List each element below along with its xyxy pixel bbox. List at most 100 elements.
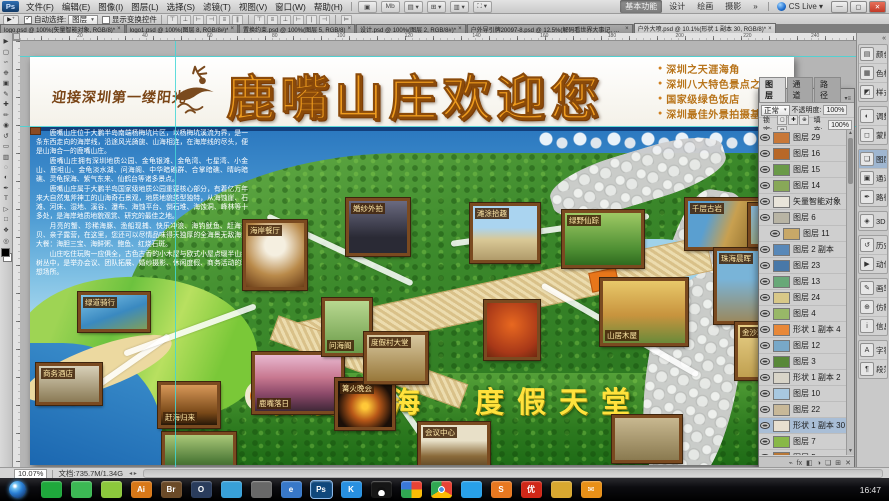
move-tool[interactable]: ▶	[1, 36, 12, 47]
layer-row[interactable]: 图层 15	[759, 162, 847, 178]
tab-close-icon[interactable]: ×	[458, 26, 462, 32]
workspace-more-button[interactable]: »	[748, 1, 762, 12]
launch-bridge-icon[interactable]: ▣	[357, 0, 377, 13]
dock-item-蒙版[interactable]: ◻蒙版	[859, 126, 887, 144]
screen-mode-icon[interactable]: ⛶ ▾	[472, 0, 492, 13]
dock-item-样式[interactable]: ◩样式	[859, 83, 887, 101]
zoom-level-field[interactable]: 10.07%	[14, 468, 48, 479]
distribute-icon[interactable]: ∣	[305, 14, 317, 25]
workspace-3[interactable]: 摄影	[720, 0, 746, 13]
layer-row[interactable]: 图层 12	[759, 338, 847, 354]
layer-row[interactable]: 图层 11	[759, 226, 847, 242]
horizontal-scrollbar[interactable]	[142, 469, 883, 478]
collapse-dock-button[interactable]: «	[857, 35, 889, 44]
layer-row[interactable]: 图层 5	[759, 450, 847, 455]
messenger-taskbar-icon[interactable]	[220, 481, 242, 498]
guide-line[interactable]	[20, 56, 889, 57]
menu-item[interactable]: 滤镜(T)	[199, 1, 235, 13]
visibility-eye-icon[interactable]	[761, 151, 769, 156]
youku-taskbar-icon[interactable]: 优	[520, 481, 542, 498]
type-tool[interactable]: T	[1, 194, 12, 205]
align-icon[interactable]: ⊥	[179, 14, 191, 25]
menu-item[interactable]: 编辑(E)	[58, 1, 94, 13]
panel-tab-通道[interactable]: 通道	[786, 77, 813, 102]
distribute-icon[interactable]: ⊤	[253, 14, 265, 25]
qq-taskbar-icon[interactable]	[370, 481, 392, 498]
tab-close-icon[interactable]: ×	[347, 26, 351, 32]
document-tab[interactable]: 户外大喷.psd @ 10.1%(形状 1 副本 30, RGB/8)* ×	[633, 23, 776, 33]
dock-item-信息[interactable]: i信息	[859, 317, 887, 335]
scrollbar-thumb[interactable]	[848, 138, 853, 184]
arrange-documents-icon[interactable]: ▥ ▾	[449, 0, 469, 13]
menu-item[interactable]: 视图(V)	[235, 1, 271, 13]
visibility-eye-icon[interactable]	[761, 327, 769, 332]
layers-footer-icon[interactable]: ⊞	[835, 459, 841, 467]
poster-document[interactable]: 迎接深圳第一缕阳光 鹿嘴山庄欢迎您 ● 深圳之天涯海角 ● 深圳八大特色景点之一 ● 国家…	[30, 57, 794, 465]
notes-taskbar-icon[interactable]	[100, 481, 122, 498]
layer-row[interactable]: 图层 7	[759, 434, 847, 450]
360-chrome-taskbar-icon[interactable]	[460, 481, 482, 498]
view-extras-icon[interactable]: ▤ ▾	[403, 0, 423, 13]
layer-row[interactable]: 图层 24	[759, 290, 847, 306]
hand-tool[interactable]: ❖	[1, 225, 12, 236]
dock-item-色板[interactable]: ▦色板	[859, 64, 887, 83]
brush-tool[interactable]: ✏	[1, 110, 12, 121]
360-browser-taskbar-icon[interactable]	[70, 481, 92, 498]
opacity-value[interactable]: 100%	[823, 105, 848, 115]
align-icon[interactable]: ⊤	[166, 14, 178, 25]
pinwheel-taskbar-icon[interactable]	[400, 481, 422, 498]
layer-row[interactable]: 图层 13	[759, 274, 847, 290]
scroll-up-icon[interactable]: ▲	[847, 130, 854, 137]
visibility-eye-icon[interactable]	[761, 343, 769, 348]
marquee-tool[interactable]: ▢	[1, 47, 12, 58]
dock-item-3D[interactable]: ◈ 3D	[859, 212, 887, 230]
layer-row[interactable]: 图层 14	[759, 178, 847, 194]
panel-tab-路径[interactable]: 路径	[814, 77, 841, 102]
visibility-eye-icon[interactable]	[761, 423, 769, 428]
document-tab[interactable]: 户外导引牌20097-8.psd @ 12.5%(解码看世界大事记, RGB/8…	[466, 24, 633, 33]
crop-tool[interactable]: ▣	[1, 78, 12, 89]
tab-close-icon[interactable]: ×	[230, 26, 234, 32]
dock-item-调整[interactable]: ◐调整	[859, 107, 887, 126]
layer-row[interactable]: 图层 2 副本	[759, 242, 847, 258]
layers-scrollbar[interactable]: ▲ ▼	[846, 130, 854, 455]
eraser-tool[interactable]: ▭	[1, 141, 12, 152]
panel-menu-icon[interactable]: ▾≡	[842, 95, 855, 102]
minimize-button[interactable]: —	[831, 0, 848, 13]
tab-close-icon[interactable]: ×	[768, 26, 772, 32]
zoom-tool[interactable]: ◎	[1, 236, 12, 247]
document-tab[interactable]: 置换约束.psd @ 100%(图层 5, RGB/8) ×	[238, 24, 355, 33]
start-button[interactable]	[4, 480, 30, 500]
menu-item[interactable]: 窗口(W)	[271, 1, 310, 13]
visibility-eye-icon[interactable]	[761, 279, 769, 284]
foreground-color-swatch[interactable]	[0, 248, 10, 257]
workspace-1[interactable]: 设计	[664, 0, 690, 13]
layers-footer-icon[interactable]: fx	[797, 460, 802, 467]
visibility-eye-icon[interactable]	[761, 135, 769, 140]
align-icon[interactable]: ⊣	[205, 14, 217, 25]
dock-item-图层[interactable]: ❏图层	[859, 150, 887, 169]
layer-row[interactable]: 图层 16	[759, 146, 847, 162]
fill-value[interactable]: 100%	[828, 120, 852, 130]
layer-row[interactable]: 图层 10	[759, 386, 847, 402]
visibility-eye-icon[interactable]	[761, 359, 769, 364]
panel-tab-图层[interactable]: 图层	[759, 77, 786, 102]
eyedropper-tool[interactable]: ✎	[1, 89, 12, 100]
media-player-taskbar-icon[interactable]	[250, 481, 272, 498]
distribute-icon[interactable]: ⊥	[279, 14, 291, 25]
auto-select-checkbox[interactable]: ✓	[24, 15, 32, 24]
layer-row[interactable]: 图层 6	[759, 210, 847, 226]
visibility-eye-icon[interactable]	[761, 183, 769, 188]
lasso-tool[interactable]: ∽	[1, 57, 12, 68]
cs-live-button[interactable]: CS Live ▾	[776, 2, 823, 11]
shape-tool[interactable]: □	[1, 215, 12, 226]
ie-taskbar-icon[interactable]: e	[280, 481, 302, 498]
pen-tool[interactable]: ✒	[1, 183, 12, 194]
workspace-2[interactable]: 绘画	[692, 0, 718, 13]
status-scroll-arrows[interactable]: ◂ ▸	[129, 470, 137, 477]
distribute-icon[interactable]: ⊣	[318, 14, 330, 25]
guide-line[interactable]	[175, 41, 176, 467]
dock-item-段落[interactable]: ¶段落	[859, 360, 887, 378]
lock-icon[interactable]: ◻	[777, 115, 788, 125]
visibility-eye-icon[interactable]	[771, 231, 779, 236]
